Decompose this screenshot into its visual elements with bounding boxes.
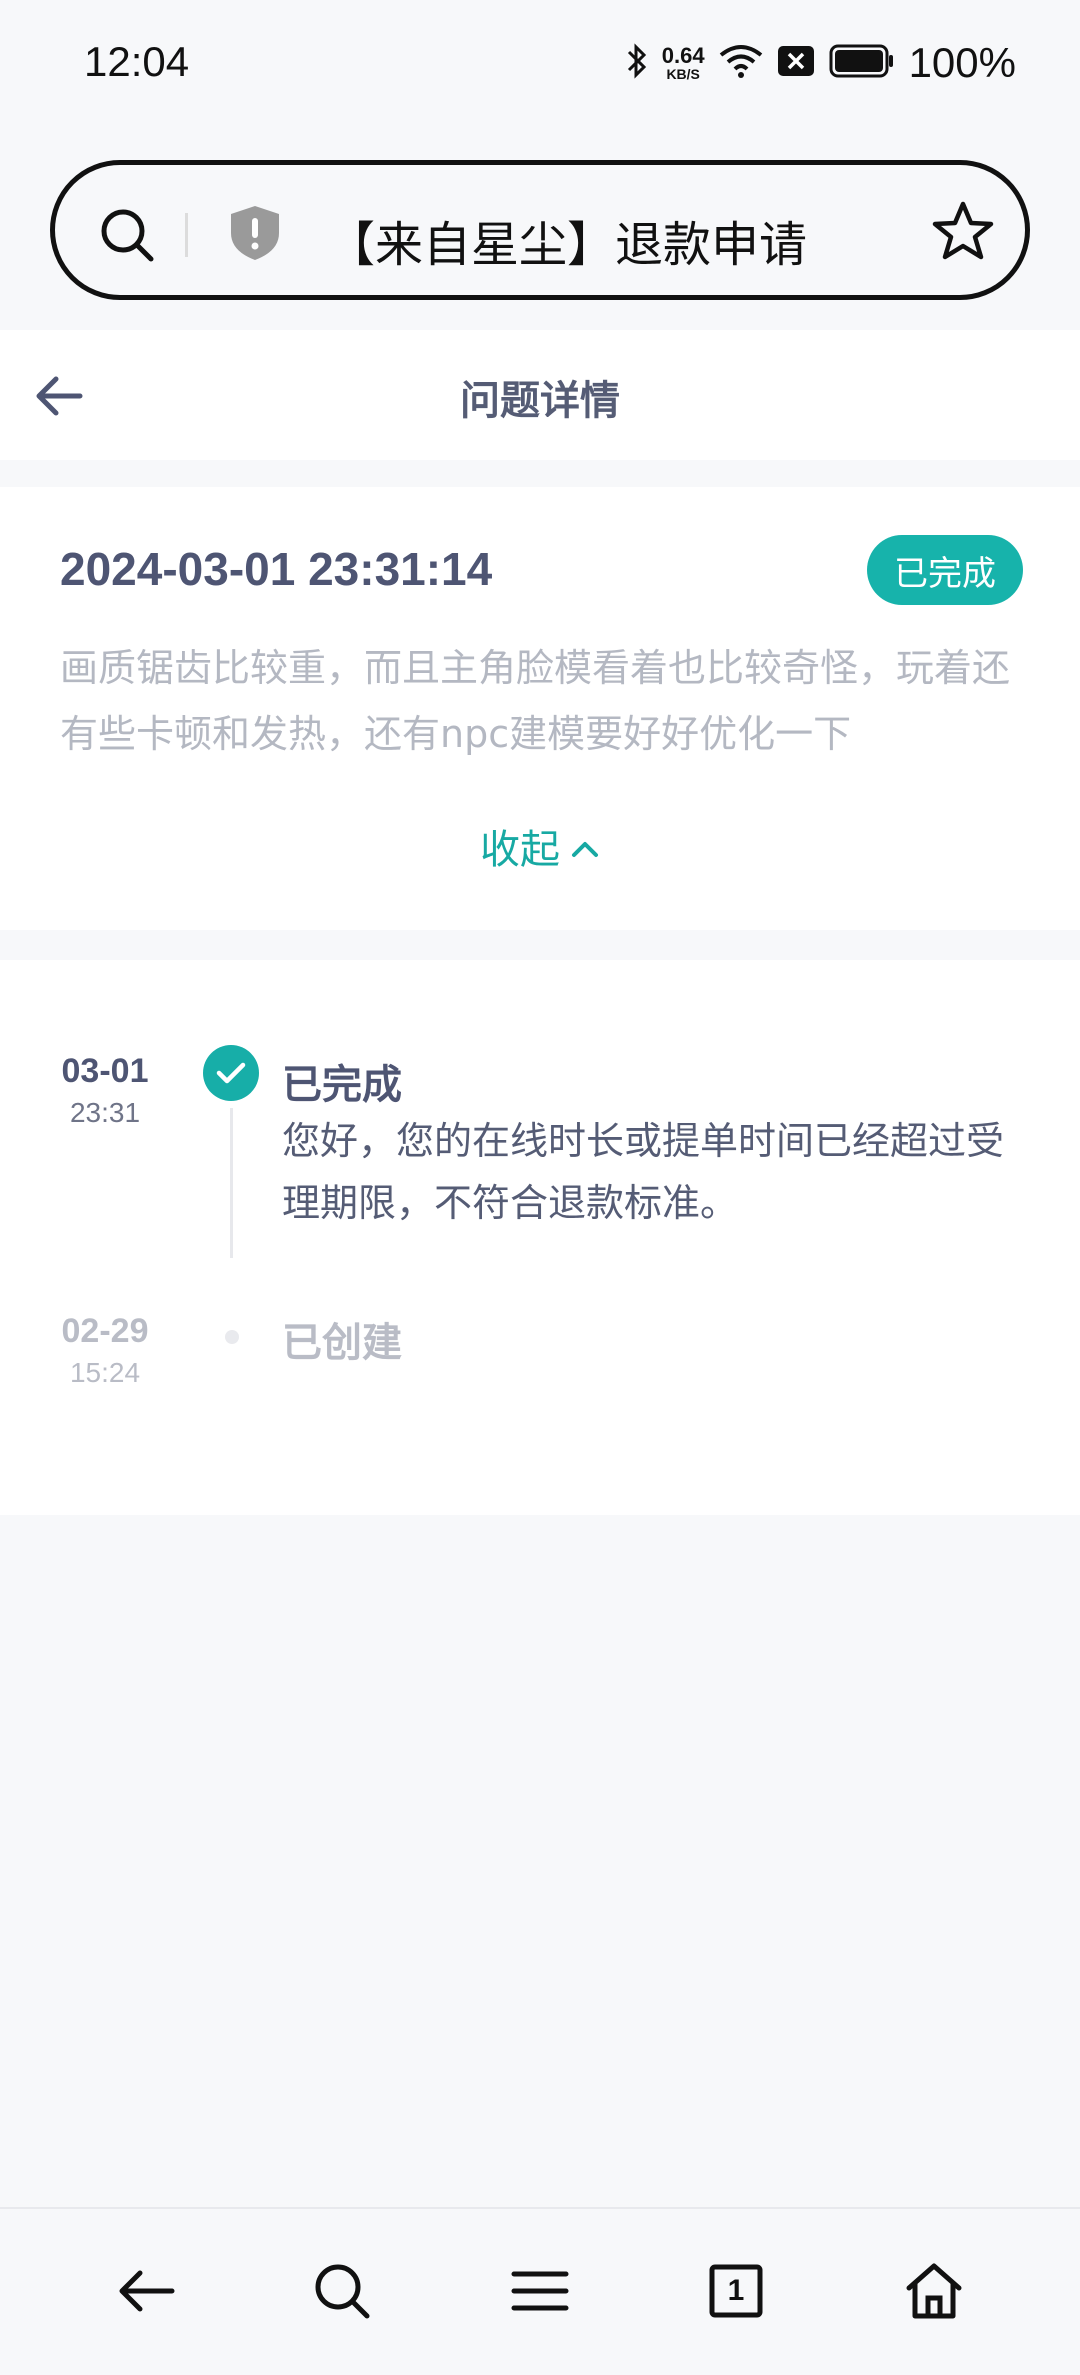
status-time: 12:04 — [84, 38, 190, 85]
status-icons: 0.64 KB/S 100% — [626, 38, 1016, 88]
timeline-date: 03-01 23:31 — [40, 1052, 170, 1129]
home-icon[interactable] — [894, 2251, 974, 2331]
search-icon[interactable] — [97, 205, 157, 269]
check-icon — [203, 1045, 259, 1101]
search-icon[interactable] — [302, 2251, 382, 2331]
tabs-icon[interactable]: 1 — [696, 2251, 776, 2331]
timeline-date: 02-29 15:24 — [40, 1312, 170, 1389]
address-bar[interactable]: 【来自星尘】退款申请 — [50, 160, 1030, 300]
shield-icon[interactable] — [227, 203, 283, 267]
tabs-count: 1 — [727, 2274, 745, 2307]
menu-icon[interactable] — [500, 2251, 580, 2331]
chevron-up-icon — [570, 823, 600, 869]
ticket-datetime: 2024-03-01 23:31:14 — [60, 543, 493, 595]
timeline-day: 02-29 — [61, 1312, 149, 1350]
page-title: 问题详情 — [460, 378, 620, 424]
timeline: 03-01 23:31 已完成 您好，您的在线时长或提单时间已经超过受理期限，不… — [0, 960, 1080, 1515]
timeline-time: 15:24 — [69, 1357, 141, 1388]
collapse-button[interactable]: 收起 — [0, 817, 1080, 875]
battery-icon — [829, 44, 895, 82]
bluetooth-icon — [626, 43, 648, 83]
network-speed-unit: KB/S — [666, 66, 700, 82]
collapse-label: 收起 — [480, 827, 560, 873]
battery-percent: 100% — [908, 39, 1016, 86]
status-bar: 12:04 0.64 KB/S 100% — [0, 0, 1080, 130]
network-speed: 0.64 KB/S — [661, 43, 705, 82]
ticket-description: 画质锯齿比较重，而且主角脸模看着也比较奇怪，玩着还有些卡顿和发热，还有npc建模… — [60, 646, 1011, 756]
ticket-card: 2024-03-01 23:31:14 已完成 画质锯齿比较重，而且主角脸模看着… — [0, 487, 1080, 930]
timeline-status: 已完成 — [282, 1062, 402, 1108]
back-icon[interactable] — [106, 2251, 186, 2331]
address-divider — [185, 213, 188, 257]
status-badge: 已完成 — [867, 535, 1023, 605]
page-header: 问题详情 — [0, 330, 1080, 460]
timeline-dot — [225, 1330, 239, 1344]
timeline-day: 03-01 — [61, 1052, 149, 1090]
star-icon[interactable] — [931, 199, 995, 267]
bottom-navigation: 1 — [0, 2207, 1080, 2375]
timeline-connector — [230, 1108, 233, 1258]
timeline-message: 您好，您的在线时长或提单时间已经超过受理期限，不符合退款标准。 — [282, 1119, 1005, 1225]
timeline-status: 已创建 — [282, 1320, 402, 1366]
wifi-icon — [719, 43, 763, 83]
sim-off-icon — [777, 45, 815, 81]
page-title-in-address-bar: 【来自星尘】退款申请 — [327, 217, 808, 273]
network-speed-value: 0.64 — [661, 43, 705, 68]
timeline-time: 23:31 — [69, 1097, 141, 1128]
